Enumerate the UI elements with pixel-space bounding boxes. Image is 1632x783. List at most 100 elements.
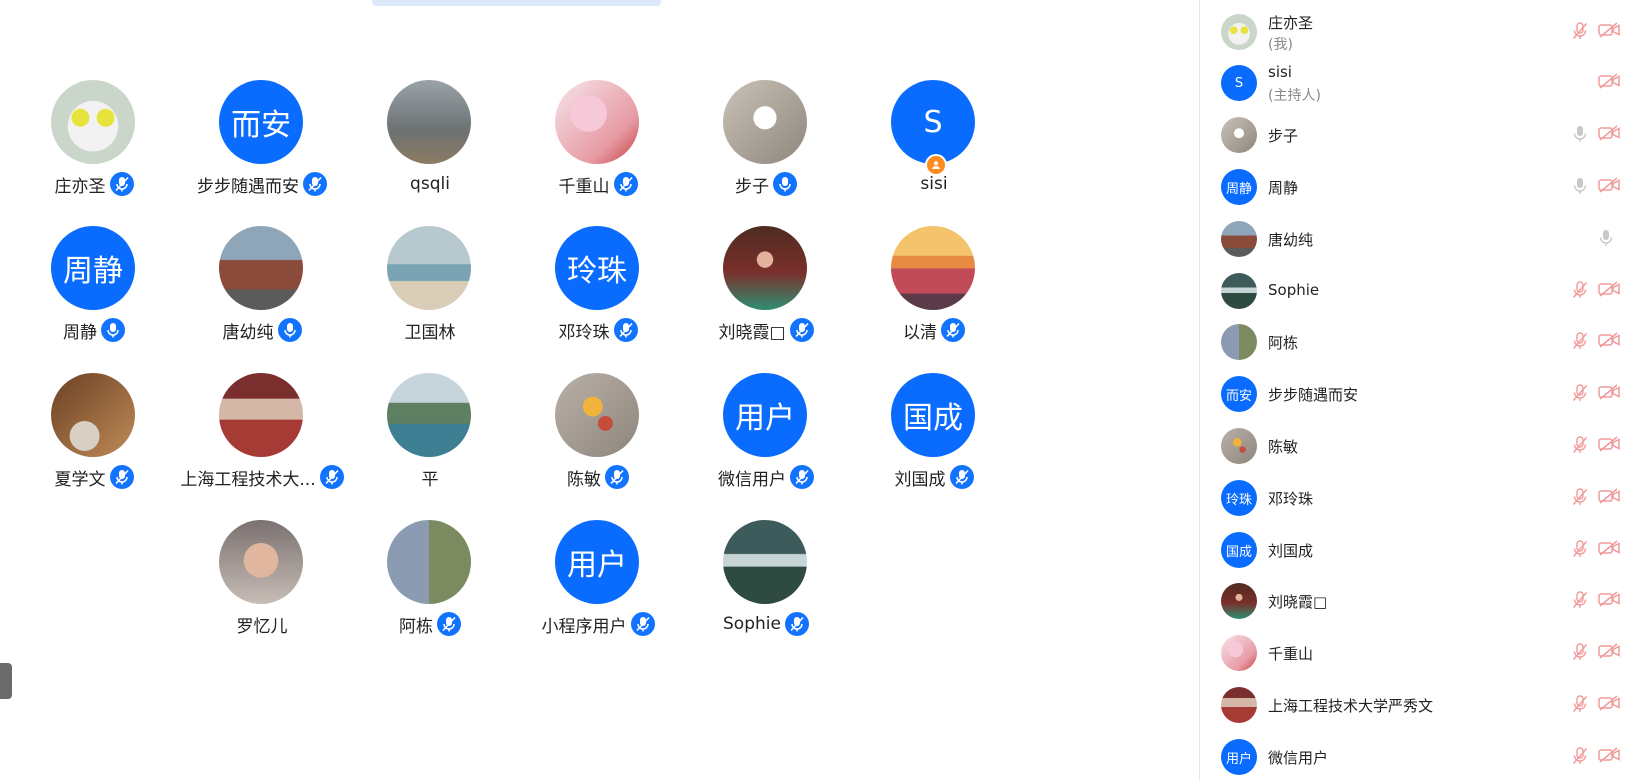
participant-avatar xyxy=(555,80,639,164)
mic-muted-icon xyxy=(949,465,974,489)
participant-tile[interactable]: 卫国林 xyxy=(343,226,517,356)
camera-off-icon[interactable] xyxy=(1598,747,1622,767)
participant-tile[interactable]: 玲珠 邓玲珠 xyxy=(511,226,685,356)
participant-name-row: 步子 xyxy=(679,172,853,197)
participant-list-item[interactable]: 而安 步步随遇而安 xyxy=(1200,368,1632,420)
participant-list-item[interactable]: Sophie xyxy=(1200,265,1632,317)
participant-tile[interactable]: 刘晓霞□ xyxy=(679,226,853,356)
mic-muted-icon[interactable] xyxy=(1572,332,1592,352)
participant-name: 微信用户 xyxy=(718,469,786,490)
camera-off-icon[interactable] xyxy=(1598,643,1622,663)
participant-tile[interactable]: 以清 xyxy=(847,226,1021,356)
participant-avatar xyxy=(387,520,471,604)
participant-list-item[interactable]: 阿栋 xyxy=(1200,316,1632,368)
mic-muted-icon[interactable] xyxy=(1572,591,1592,611)
mic-muted-icon[interactable] xyxy=(1572,695,1592,715)
participant-avatar xyxy=(219,373,303,457)
participant-avatar xyxy=(891,226,975,310)
participant-tile[interactable]: 唐幼纯 xyxy=(175,226,349,356)
participant-list-item[interactable]: 唐幼纯 xyxy=(1200,213,1632,265)
mic-on-icon[interactable] xyxy=(1572,177,1592,197)
participant-tile[interactable]: 阿栋 xyxy=(343,520,517,650)
camera-off-icon[interactable] xyxy=(1598,695,1622,715)
mic-muted-icon[interactable] xyxy=(1572,747,1592,767)
participant-tile[interactable]: 千重山 xyxy=(511,80,685,210)
participant-name: 微信用户 xyxy=(1268,749,1329,767)
avatar-initials: 而安 xyxy=(231,108,291,143)
participant-list-item[interactable]: 上海工程技术大学严秀文 xyxy=(1200,679,1632,731)
participant-list-item[interactable]: 步子 xyxy=(1200,109,1632,161)
participant-name: sisi xyxy=(1268,63,1292,81)
mic-muted-icon[interactable] xyxy=(1572,436,1592,456)
participant-tile[interactable]: 罗忆儿 xyxy=(175,520,349,650)
participant-name-row: 庄亦圣 xyxy=(7,172,181,197)
camera-off-icon[interactable] xyxy=(1598,73,1622,93)
participant-tile[interactable]: 周静 周静 xyxy=(7,226,181,356)
camera-off-icon[interactable] xyxy=(1598,281,1622,301)
camera-off-icon[interactable] xyxy=(1598,591,1622,611)
participant-tile[interactable]: 陈敏 xyxy=(511,373,685,503)
participant-name-row: 邓玲珠 xyxy=(511,318,685,343)
participant-tile[interactable]: 庄亦圣 xyxy=(7,80,181,210)
camera-off-icon[interactable] xyxy=(1598,177,1622,197)
participant-name-row: 夏学文 xyxy=(7,465,181,490)
participant-name-row: 平 xyxy=(343,465,517,490)
participant-list-item[interactable]: 用户 微信用户 xyxy=(1200,731,1632,783)
camera-off-icon[interactable] xyxy=(1598,125,1622,145)
camera-off-icon[interactable] xyxy=(1598,488,1622,508)
mic-muted-icon[interactable] xyxy=(1572,281,1592,301)
participant-avatar xyxy=(555,373,639,457)
participant-list-item[interactable]: 陈敏 xyxy=(1200,420,1632,472)
participant-tile[interactable]: 上海工程技术大... xyxy=(175,373,349,503)
participant-tile[interactable]: 平 xyxy=(343,373,517,503)
participant-tile[interactable]: qsqli xyxy=(343,80,517,210)
participant-tile[interactable]: 而安步步随遇而安 xyxy=(175,80,349,210)
participant-name-row: 微信用户 xyxy=(679,465,853,490)
participant-avatar: 周静 xyxy=(1221,169,1257,205)
participant-name: 上海工程技术大学严秀文 xyxy=(1268,697,1434,715)
mic-muted-icon[interactable] xyxy=(1572,488,1592,508)
participant-name-row: 罗忆儿 xyxy=(175,612,349,637)
camera-off-icon[interactable] xyxy=(1598,332,1622,352)
camera-off-icon[interactable] xyxy=(1598,436,1622,456)
participant-avatar xyxy=(1221,324,1257,360)
participant-avatar xyxy=(1221,14,1257,50)
participant-avatar xyxy=(387,373,471,457)
participant-name: Sophie xyxy=(723,614,781,634)
participant-tile[interactable]: 步子 xyxy=(679,80,853,210)
participant-tile[interactable]: Ssisi xyxy=(847,80,1021,210)
mic-muted-icon[interactable] xyxy=(1572,22,1592,42)
mic-muted-icon[interactable] xyxy=(1572,384,1592,404)
avatar-initials: S xyxy=(1234,75,1244,91)
mic-muted-icon[interactable] xyxy=(1572,643,1592,663)
participant-avatar xyxy=(723,520,807,604)
participant-name: 步子 xyxy=(735,176,769,197)
mic-muted-icon xyxy=(630,612,655,636)
participant-list-item[interactable]: 玲珠 邓玲珠 xyxy=(1200,472,1632,524)
participant-list-item[interactable]: 国成 刘国成 xyxy=(1200,524,1632,576)
mic-on-icon[interactable] xyxy=(1598,229,1622,249)
participant-list-item[interactable]: 千重山 xyxy=(1200,627,1632,679)
participant-tile[interactable]: 用户 小程序用户 xyxy=(511,520,685,650)
participant-name: 刘晓霞□ xyxy=(1268,593,1328,611)
participant-name: 卫国林 xyxy=(404,322,456,343)
participant-tile[interactable]: Sophie xyxy=(679,520,853,650)
participant-tile[interactable]: 国成 刘国成 xyxy=(847,373,1021,503)
participant-list-item[interactable]: Ssisi (主持人) xyxy=(1200,57,1632,109)
participant-name: Sophie xyxy=(1268,281,1320,299)
mic-muted-icon[interactable] xyxy=(1572,540,1592,560)
participant-avatar: 而安 xyxy=(219,80,303,164)
participant-list-item[interactable]: 刘晓霞□ xyxy=(1200,575,1632,627)
camera-off-icon[interactable] xyxy=(1598,384,1622,404)
participant-tile[interactable]: 夏学文 xyxy=(7,373,181,503)
camera-off-icon[interactable] xyxy=(1598,22,1622,42)
participant-grid: 庄亦圣 而安 步步随遇而安 qsqli 千重山 步子 Ssisi 周静 周静 唐幼纯 卫国林 玲珠 邓玲… xyxy=(0,0,1198,780)
mic-muted-icon xyxy=(789,318,814,342)
participant-list-item[interactable]: 周静 周静 xyxy=(1200,161,1632,213)
participant-list-item[interactable]: 庄亦圣 (我) xyxy=(1200,6,1632,58)
mic-on-icon[interactable] xyxy=(1572,125,1592,145)
participant-tile[interactable]: 用户 微信用户 xyxy=(679,373,853,503)
participant-avatar xyxy=(723,226,807,310)
camera-off-icon[interactable] xyxy=(1598,540,1622,560)
participant-name: 步步随遇而安 xyxy=(197,176,299,197)
